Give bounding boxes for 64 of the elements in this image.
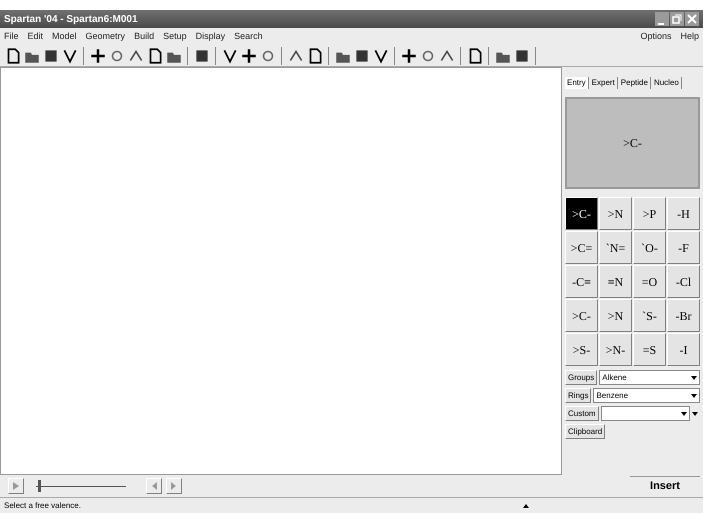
- menu-item[interactable]: Options: [640, 30, 672, 44]
- panel-tab[interactable]: Entry: [565, 77, 589, 89]
- fragment-button[interactable]: >C=: [565, 231, 598, 264]
- fragment-button[interactable]: =O: [633, 265, 666, 298]
- fragment-button[interactable]: >S-: [565, 333, 598, 366]
- fragment-button[interactable]: -Br: [667, 299, 700, 332]
- play-button[interactable]: [8, 478, 24, 494]
- panel-tab[interactable]: Peptide: [618, 77, 651, 89]
- fragment-button[interactable]: >N: [599, 197, 632, 230]
- fragment-button[interactable]: -Cl: [667, 265, 700, 298]
- fragment-button[interactable]: `N=: [599, 231, 632, 264]
- menu-item[interactable]: Setup: [163, 30, 187, 44]
- fragment-button[interactable]: >P: [633, 197, 666, 230]
- step-back-icon: [150, 482, 158, 490]
- clipboard-button[interactable]: Clipboard: [565, 424, 606, 439]
- menu-item[interactable]: Model: [52, 30, 77, 44]
- menu-item[interactable]: Edit: [28, 30, 44, 44]
- fragment-button[interactable]: >C-: [565, 197, 598, 230]
- library-button[interactable]: Rings: [565, 388, 592, 403]
- panel-tab[interactable]: Nucleo: [652, 77, 682, 89]
- fragment-button[interactable]: >N-: [599, 333, 632, 366]
- fragment-button[interactable]: `O-: [633, 231, 666, 264]
- restore-button[interactable]: [670, 12, 684, 26]
- next-frame-button[interactable]: [166, 478, 182, 494]
- frame-slider[interactable]: [36, 480, 126, 492]
- status-message: Select a free valence.: [4, 500, 82, 512]
- window-title: Spartan '04 - Spartan6:M001: [4, 12, 139, 26]
- library-button[interactable]: Custom: [565, 406, 599, 421]
- preview-fragment-label: >C-: [623, 135, 642, 152]
- library-dropdown[interactable]: Benzene: [593, 388, 700, 403]
- dropdown-arrow-icon: [691, 376, 697, 380]
- fragment-button[interactable]: ≡N: [599, 265, 632, 298]
- toolbar-tool-icon[interactable]: [89, 46, 107, 64]
- toolbar-tool-icon[interactable]: [240, 46, 258, 64]
- toolbar-tool-icon[interactable]: [400, 46, 418, 64]
- menu-item[interactable]: File: [4, 30, 19, 44]
- fragment-button[interactable]: -F: [667, 231, 700, 264]
- library-button[interactable]: Groups: [565, 370, 598, 385]
- menu-item[interactable]: Display: [196, 30, 226, 44]
- play-icon: [12, 482, 20, 490]
- dropdown-arrow-icon: [691, 394, 697, 398]
- panel-tab[interactable]: Expert: [590, 77, 618, 89]
- fragment-button[interactable]: -C≡: [565, 265, 598, 298]
- menu-item[interactable]: Search: [234, 30, 263, 44]
- minimize-button[interactable]: [655, 12, 669, 26]
- fragment-button[interactable]: `S-: [633, 299, 666, 332]
- close-icon: [687, 14, 697, 24]
- slider-thumb[interactable]: [38, 480, 41, 492]
- fragment-button[interactable]: =S: [633, 333, 666, 366]
- up-arrow-icon: [523, 504, 529, 508]
- previous-frame-button[interactable]: [146, 478, 162, 494]
- fragment-button[interactable]: >C-: [565, 299, 598, 332]
- restore-icon: [672, 14, 682, 24]
- fragment-button[interactable]: -H: [667, 197, 700, 230]
- step-forward-icon: [170, 482, 178, 490]
- menu-item[interactable]: Help: [680, 30, 699, 44]
- minimize-icon: [658, 22, 666, 26]
- library-dropdown[interactable]: Alkene: [599, 370, 700, 385]
- fragment-button[interactable]: >N: [599, 299, 632, 332]
- fragment-button[interactable]: -I: [667, 333, 700, 366]
- insert-button[interactable]: Insert: [630, 476, 700, 496]
- menu-item[interactable]: Geometry: [86, 30, 126, 44]
- close-button[interactable]: [685, 12, 699, 26]
- menu-item[interactable]: Build: [134, 30, 154, 44]
